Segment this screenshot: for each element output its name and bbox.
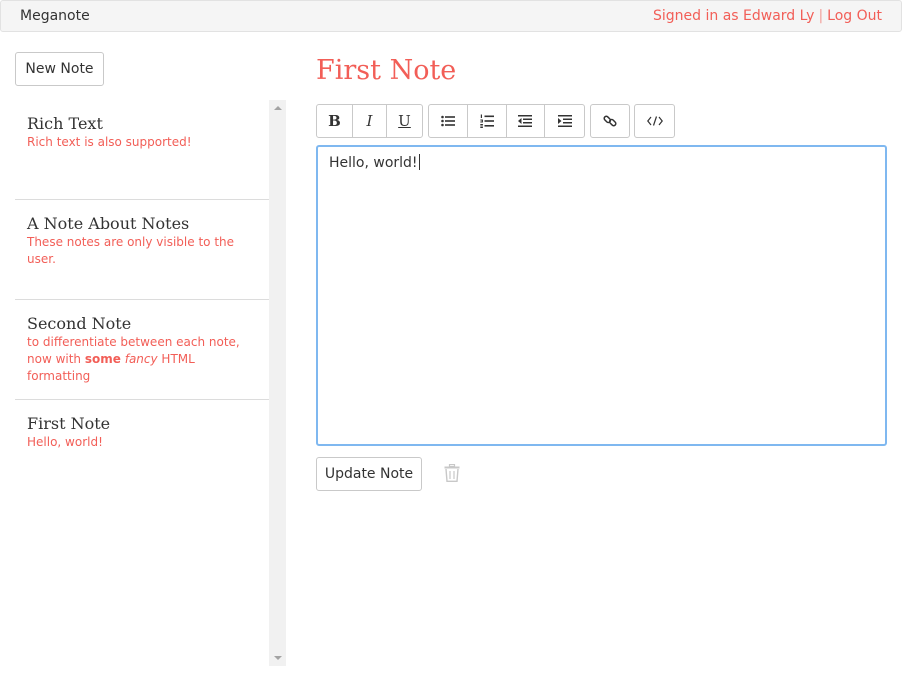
list-item[interactable]: First Note Hello, world!	[15, 400, 269, 500]
link-button[interactable]	[591, 105, 629, 137]
format-group: B I U	[316, 104, 423, 138]
italic-button[interactable]: I	[353, 105, 387, 137]
link-icon	[603, 115, 617, 127]
logout-link[interactable]: Log Out	[827, 8, 882, 24]
outdent-icon	[518, 115, 533, 127]
nav-separator: |	[818, 8, 824, 24]
update-note-button[interactable]: Update Note	[316, 457, 422, 491]
list-item[interactable]: A Note About Notes These notes are only …	[15, 200, 269, 300]
notes-scrollbar[interactable]	[269, 100, 286, 666]
bold-button[interactable]: B	[317, 105, 353, 137]
indent-button[interactable]	[545, 105, 584, 137]
list-group	[428, 104, 585, 138]
signed-in-text: Signed in as Edward Ly	[653, 8, 815, 24]
note-title-heading: First Note	[316, 55, 457, 86]
italic-icon: I	[366, 112, 373, 130]
trash-icon[interactable]	[444, 464, 460, 482]
scroll-down-arrow-icon[interactable]	[269, 650, 286, 666]
update-note-label: Update Note	[324, 466, 414, 482]
new-note-button[interactable]: New Note	[15, 52, 104, 86]
outdent-button[interactable]	[507, 105, 546, 137]
numbered-list-button[interactable]	[468, 105, 507, 137]
bold-icon: B	[328, 112, 341, 130]
underline-icon: U	[398, 112, 411, 130]
numbered-list-icon	[479, 114, 494, 128]
text-caret	[418, 154, 420, 170]
preview-italic-text: fancy	[124, 352, 158, 366]
indent-icon	[557, 115, 572, 127]
link-group	[590, 104, 630, 138]
editor-text: Hello, world!	[329, 155, 418, 171]
navbar: Meganote Signed in as Edward Ly | Log Out	[0, 0, 902, 32]
underline-button[interactable]: U	[387, 105, 422, 137]
scroll-up-arrow-icon[interactable]	[269, 100, 286, 116]
bullet-list-icon	[441, 115, 455, 127]
code-group	[634, 104, 675, 138]
note-title: A Note About Notes	[27, 214, 190, 233]
note-title: Second Note	[27, 314, 132, 333]
note-editor[interactable]: Hello, world!	[316, 145, 887, 446]
note-title: First Note	[27, 414, 111, 433]
new-note-label: New Note	[25, 61, 94, 77]
note-title: Rich Text	[27, 114, 103, 133]
bullet-list-button[interactable]	[429, 105, 468, 137]
user-nav: Signed in as Edward Ly | Log Out	[653, 8, 882, 24]
note-preview: to differentiate between each note, now …	[27, 334, 257, 385]
note-preview: These notes are only visible to the user…	[27, 235, 235, 266]
list-item[interactable]: Rich Text Rich text is also supported!	[15, 100, 269, 200]
list-item[interactable]: Second Note to differentiate between eac…	[15, 300, 269, 400]
preview-bold-text: some	[84, 352, 121, 366]
code-icon	[646, 116, 663, 126]
note-preview: Hello, world!	[27, 435, 103, 449]
notes-list: Rich Text Rich text is also supported! A…	[15, 100, 269, 666]
code-view-button[interactable]	[635, 105, 674, 137]
note-preview: Rich text is also supported!	[27, 135, 192, 149]
brand[interactable]: Meganote	[20, 8, 90, 24]
